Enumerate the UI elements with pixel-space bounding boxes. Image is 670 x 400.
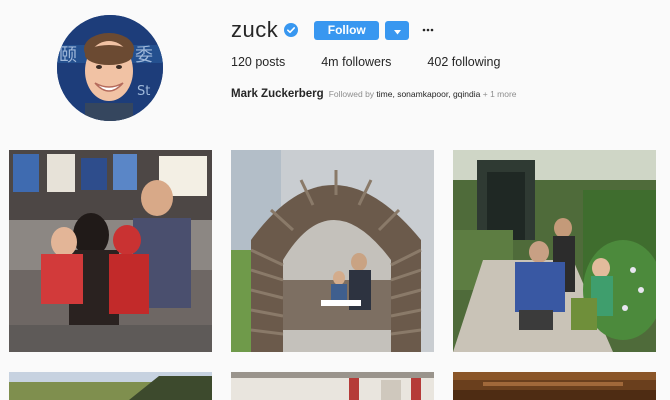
family-photo-icon (9, 150, 212, 352)
wooden-arch-photo-icon (231, 150, 434, 352)
garden-photo-icon (453, 150, 656, 352)
post-thumbnail[interactable] (231, 150, 434, 352)
followed-by-text[interactable]: Followed by time, sonamkapoor, gqindia +… (329, 89, 517, 99)
profile-name-row: zuck Follow (231, 16, 437, 44)
username: zuck (231, 17, 279, 42)
landscape-photo-icon (9, 372, 212, 400)
svg-text:颐: 颐 (59, 45, 77, 66)
profile-bio: Mark Zuckerberg Followed by time, sonamk… (231, 88, 517, 100)
full-name: Mark Zuckerberg (231, 88, 324, 100)
post-thumbnail[interactable] (9, 150, 212, 352)
following-count[interactable]: 402 following (427, 55, 500, 69)
more-options-icon[interactable] (419, 21, 437, 40)
posts-count: 120 posts (231, 55, 286, 69)
profile-avatar[interactable]: 颐 委 St (57, 15, 163, 121)
profile-stats: 120 posts 4m followers 402 following (231, 55, 536, 69)
post-thumbnail[interactable] (453, 372, 656, 400)
post-thumbnail[interactable] (231, 372, 434, 400)
office-photo-icon (231, 372, 434, 400)
caret-down-icon (393, 23, 401, 38)
followers-count[interactable]: 4m followers (321, 55, 391, 69)
follow-button[interactable]: Follow (314, 20, 380, 40)
svg-text:St: St (137, 84, 150, 99)
verified-badge-icon (284, 23, 299, 37)
post-thumbnail[interactable] (453, 150, 656, 352)
suggestions-dropdown-button[interactable] (385, 20, 410, 40)
post-thumbnail[interactable] (9, 372, 212, 400)
interior-photo-icon (453, 372, 656, 400)
svg-text:委: 委 (135, 45, 153, 66)
